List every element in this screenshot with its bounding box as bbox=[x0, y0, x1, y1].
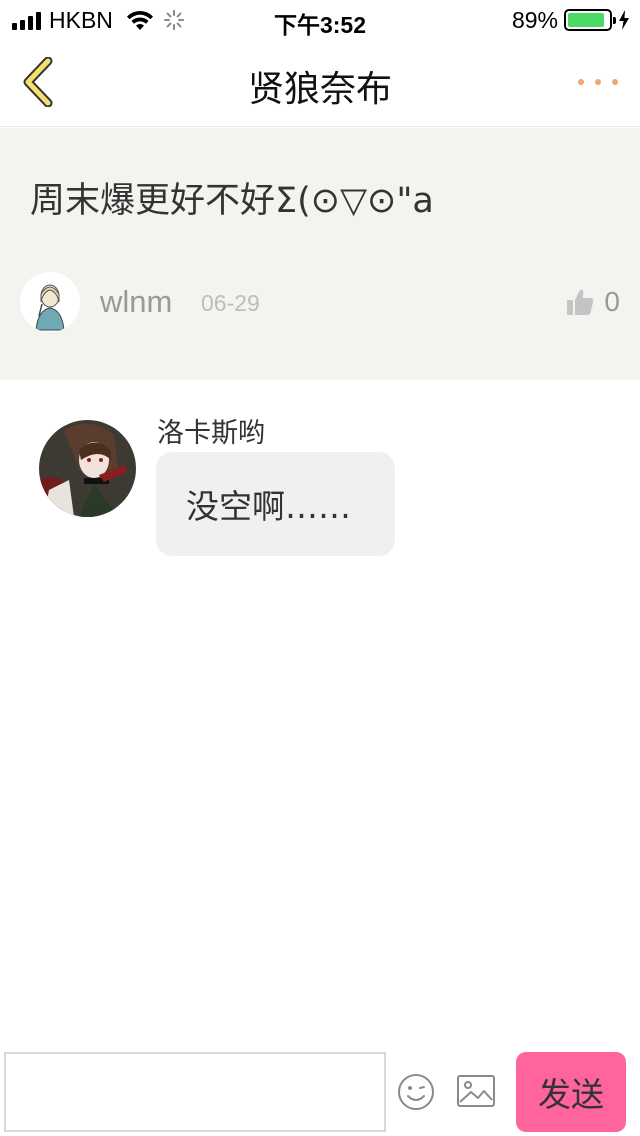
post-date: 06-29 bbox=[201, 290, 260, 316]
battery-level-fill bbox=[568, 13, 604, 27]
commenter-name[interactable]: 洛卡斯哟 bbox=[157, 411, 265, 450]
send-button[interactable]: 发送 bbox=[516, 1052, 626, 1132]
comment-text: 没空啊…… bbox=[186, 487, 351, 526]
battery-percent: 89% bbox=[511, 6, 558, 33]
composer-bar: 发送 bbox=[0, 1044, 640, 1136]
author-avatar[interactable] bbox=[20, 272, 80, 332]
like-button[interactable]: 0 bbox=[566, 284, 620, 320]
more-dots-icon bbox=[578, 79, 584, 85]
author-name[interactable]: wlnm bbox=[100, 284, 172, 320]
emoji-icon[interactable] bbox=[396, 1072, 436, 1112]
reply-input[interactable] bbox=[4, 1052, 386, 1132]
like-count: 0 bbox=[604, 286, 620, 317]
nav-bar: 贤狼奈布 bbox=[0, 40, 640, 127]
post-title: 周末爆更好不好Σ(⊙▽⊙"a bbox=[30, 181, 434, 221]
more-button[interactable] bbox=[578, 68, 618, 96]
commenter-avatar[interactable] bbox=[39, 420, 136, 517]
comment-item: 洛卡斯哟 没空啊…… bbox=[0, 380, 640, 580]
thumbs-up-icon bbox=[567, 289, 594, 315]
status-bar: HKBN 下午3:52 89% bbox=[0, 0, 640, 40]
page-title: 贤狼奈布 bbox=[247, 69, 392, 110]
comment-bubble: 没空啊…… bbox=[156, 452, 395, 556]
image-icon[interactable] bbox=[456, 1074, 496, 1110]
post-header: 周末爆更好不好Σ(⊙▽⊙"a wlnm 06-29 0 bbox=[0, 128, 640, 380]
author-row: wlnm 06-29 0 bbox=[20, 272, 620, 334]
charging-bolt-icon bbox=[619, 10, 629, 30]
battery-icon bbox=[564, 9, 616, 31]
status-right: 89% bbox=[512, 7, 630, 33]
